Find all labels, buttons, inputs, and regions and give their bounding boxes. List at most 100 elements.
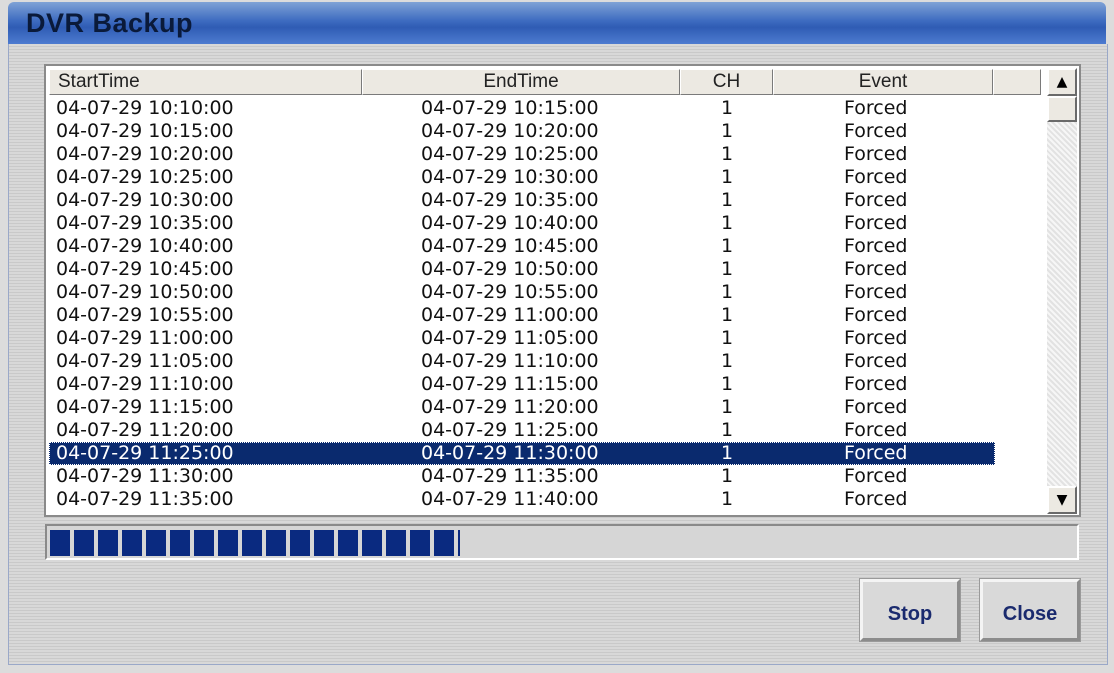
window-title: DVR Backup: [26, 8, 194, 38]
cell-event: Forced: [844, 419, 908, 441]
cell-ch: 1: [721, 258, 734, 280]
progress-fill: [50, 530, 460, 556]
cell-event: Forced: [844, 281, 908, 303]
cell-event: Forced: [844, 442, 908, 464]
table-row[interactable]: 04-07-29 10:35:00 04-07-29 10:40:00 1 Force…: [49, 212, 995, 235]
table-row[interactable]: 04-07-29 10:40:00 04-07-29 10:45:00 1 Force…: [49, 235, 995, 258]
table-row[interactable]: 04-07-29 11:05:00 04-07-29 11:10:00 1 Force…: [49, 350, 995, 373]
cell-endtime: 04-07-29 10:25:00: [421, 143, 599, 165]
table-row[interactable]: 04-07-29 11:30:00 04-07-29 11:35:00 1 Force…: [49, 465, 995, 488]
cell-event: Forced: [844, 373, 908, 395]
cell-event: Forced: [844, 166, 908, 188]
cell-ch: 1: [721, 212, 734, 234]
cell-event: Forced: [844, 258, 908, 280]
cell-endtime: 04-07-29 10:50:00: [421, 258, 599, 280]
table-row[interactable]: 04-07-29 11:00:00 04-07-29 11:05:00 1 Force…: [49, 327, 995, 350]
cell-starttime: 04-07-29 11:05:00: [56, 350, 234, 372]
column-header-filler: [993, 69, 1041, 95]
cell-starttime: 04-07-29 11:20:00: [56, 419, 234, 441]
cell-endtime: 04-07-29 11:10:00: [421, 350, 599, 372]
cell-ch: 1: [721, 327, 734, 349]
table-row[interactable]: 04-07-29 10:15:00 04-07-29 10:20:00 1 Force…: [49, 120, 995, 143]
column-header-endtime[interactable]: EndTime: [362, 69, 680, 95]
cell-event: Forced: [844, 189, 908, 211]
scroll-up-arrow-icon[interactable]: ▲: [1047, 68, 1077, 96]
cell-endtime: 04-07-29 10:30:00: [421, 166, 599, 188]
cell-starttime: 04-07-29 10:35:00: [56, 212, 234, 234]
close-button[interactable]: Close: [980, 579, 1080, 641]
table-row[interactable]: 04-07-29 10:25:00 04-07-29 10:30:00 1 Force…: [49, 166, 995, 189]
dvr-backup-window: DVR Backup StartTime EndTime CH Event 04…: [0, 0, 1114, 673]
cell-starttime: 04-07-29 10:10:00: [56, 97, 234, 119]
table-row[interactable]: 04-07-29 10:30:00 04-07-29 10:35:00 1 Force…: [49, 189, 995, 212]
cell-endtime: 04-07-29 11:35:00: [421, 465, 599, 487]
cell-ch: 1: [721, 235, 734, 257]
cell-starttime: 04-07-29 10:45:00: [56, 258, 234, 280]
backup-progress-bar: [45, 524, 1079, 560]
table-row-selected[interactable]: 04-07-29 11:25:00 04-07-29 11:30:00 1 Force…: [49, 442, 995, 465]
cell-starttime: 04-07-29 10:50:00: [56, 281, 234, 303]
cell-ch: 1: [721, 304, 734, 326]
cell-ch: 1: [721, 281, 734, 303]
cell-endtime: 04-07-29 11:25:00: [421, 419, 599, 441]
cell-starttime: 04-07-29 11:35:00: [56, 488, 234, 510]
column-header-event[interactable]: Event: [773, 69, 993, 95]
cell-ch: 1: [721, 189, 734, 211]
cell-endtime: 04-07-29 11:05:00: [421, 327, 599, 349]
stop-button[interactable]: Stop: [860, 579, 960, 641]
cell-event: Forced: [844, 304, 908, 326]
cell-ch: 1: [721, 143, 734, 165]
cell-starttime: 04-07-29 11:15:00: [56, 396, 234, 418]
table-row[interactable]: 04-07-29 11:20:00 04-07-29 11:25:00 1 Force…: [49, 419, 995, 442]
table-row[interactable]: 04-07-29 10:50:00 04-07-29 10:55:00 1 Force…: [49, 281, 995, 304]
cell-endtime: 04-07-29 10:55:00: [421, 281, 599, 303]
cell-ch: 1: [721, 442, 734, 464]
scrollbar-thumb[interactable]: [1047, 96, 1077, 122]
cell-event: Forced: [844, 235, 908, 257]
cell-starttime: 04-07-29 10:20:00: [56, 143, 234, 165]
cell-ch: 1: [721, 465, 734, 487]
cell-endtime: 04-07-29 10:15:00: [421, 97, 599, 119]
cell-ch: 1: [721, 97, 734, 119]
cell-endtime: 04-07-29 11:40:00: [421, 488, 599, 510]
cell-starttime: 04-07-29 10:40:00: [56, 235, 234, 257]
table-row[interactable]: 04-07-29 10:10:00 04-07-29 10:15:00 1 Force…: [49, 97, 995, 120]
column-header-starttime[interactable]: StartTime: [49, 69, 362, 95]
cell-starttime: 04-07-29 10:15:00: [56, 120, 234, 142]
cell-event: Forced: [844, 465, 908, 487]
cell-event: Forced: [844, 212, 908, 234]
cell-ch: 1: [721, 419, 734, 441]
table-row[interactable]: 04-07-29 10:55:00 04-07-29 11:00:00 1 Force…: [49, 304, 995, 327]
table-row[interactable]: 04-07-29 10:45:00 04-07-29 10:50:00 1 Force…: [49, 258, 995, 281]
list-header: StartTime EndTime CH Event: [49, 69, 1041, 95]
cell-event: Forced: [844, 143, 908, 165]
backup-list: StartTime EndTime CH Event 04-07-29 10:1…: [44, 64, 1081, 517]
vertical-scrollbar[interactable]: ▲ ▼: [1047, 68, 1077, 514]
cell-event: Forced: [844, 350, 908, 372]
cell-endtime: 04-07-29 10:45:00: [421, 235, 599, 257]
cell-starttime: 04-07-29 10:55:00: [56, 304, 234, 326]
scroll-down-arrow-icon[interactable]: ▼: [1047, 486, 1077, 514]
table-row[interactable]: 04-07-29 11:10:00 04-07-29 11:15:00 1 Force…: [49, 373, 995, 396]
cell-event: Forced: [844, 327, 908, 349]
cell-starttime: 04-07-29 10:25:00: [56, 166, 234, 188]
cell-starttime: 04-07-29 11:10:00: [56, 373, 234, 395]
cell-ch: 1: [721, 166, 734, 188]
cell-ch: 1: [721, 350, 734, 372]
title-bar[interactable]: DVR Backup: [8, 2, 1106, 44]
cell-event: Forced: [844, 97, 908, 119]
column-header-ch[interactable]: CH: [680, 69, 773, 95]
cell-event: Forced: [844, 488, 908, 510]
list-rows: 04-07-29 10:10:00 04-07-29 10:15:00 1 Force…: [49, 97, 1041, 513]
cell-endtime: 04-07-29 11:20:00: [421, 396, 599, 418]
cell-ch: 1: [721, 373, 734, 395]
cell-endtime: 04-07-29 10:40:00: [421, 212, 599, 234]
cell-event: Forced: [844, 396, 908, 418]
cell-starttime: 04-07-29 11:25:00: [56, 442, 234, 464]
cell-endtime: 04-07-29 10:20:00: [421, 120, 599, 142]
table-row[interactable]: 04-07-29 11:35:00 04-07-29 11:40:00 1 Force…: [49, 488, 995, 511]
table-row[interactable]: 04-07-29 10:20:00 04-07-29 10:25:00 1 Force…: [49, 143, 995, 166]
cell-endtime: 04-07-29 11:30:00: [421, 442, 599, 464]
cell-starttime: 04-07-29 10:30:00: [56, 189, 234, 211]
table-row[interactable]: 04-07-29 11:15:00 04-07-29 11:20:00 1 Force…: [49, 396, 995, 419]
